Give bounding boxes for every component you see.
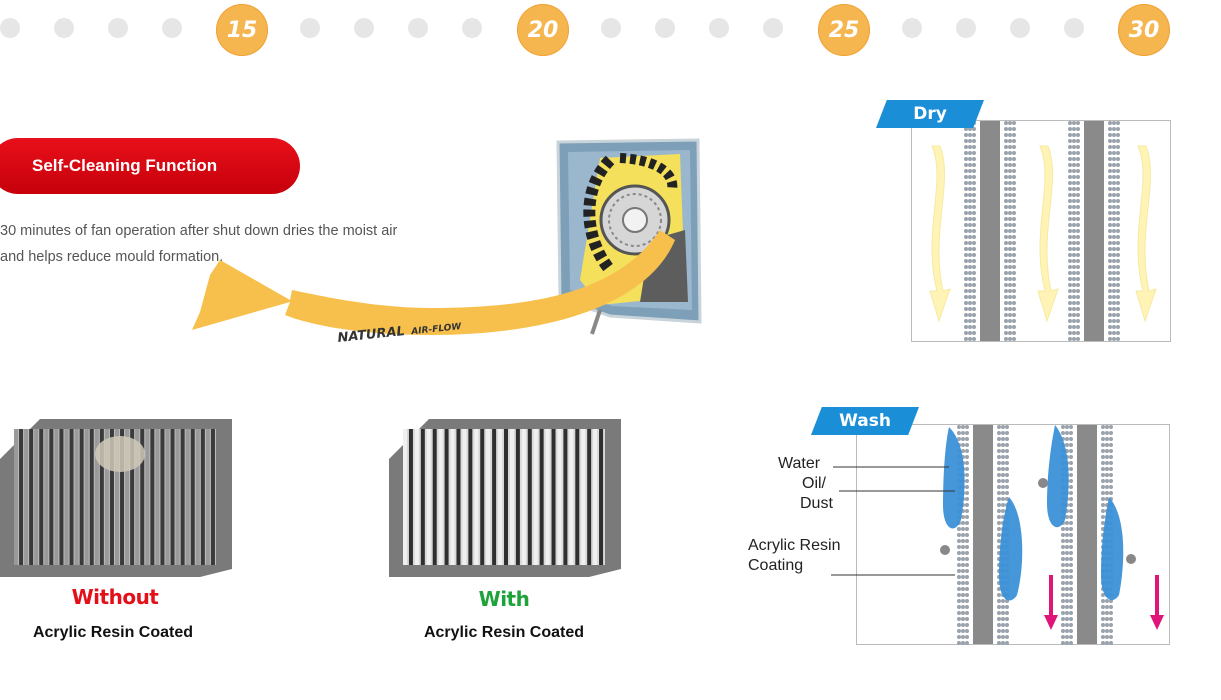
timeline-dot [709, 18, 729, 38]
timeline-badge-20[interactable]: 20 [517, 4, 569, 56]
airflow-illustration: NATURAL AIR-FLOW [192, 138, 702, 346]
wash-diagram [831, 425, 1164, 645]
timeline-dot [655, 18, 675, 38]
timeline-dot [108, 18, 128, 38]
legend-oil: Oil/ [802, 475, 826, 492]
timeline-dot [300, 18, 320, 38]
dry-diagram [929, 121, 1157, 341]
timeline-dot [162, 18, 182, 38]
wash-legend: Water Oil/ Dust Acrylic Resin Coating [748, 454, 870, 576]
timeline-dot [956, 18, 976, 38]
timeline-dot [1010, 18, 1030, 38]
coil-with-image [389, 419, 621, 577]
timeline-dot [763, 18, 783, 38]
wash-tab[interactable]: Wash [811, 407, 919, 435]
legend-water: Water [778, 455, 821, 472]
timeline: 15 20 25 30 [0, 0, 1221, 60]
without-subtitle: Acrylic Resin Coated [32, 624, 194, 641]
dry-tab[interactable]: Dry [876, 100, 984, 128]
with-subtitle: Acrylic Resin Coated [423, 624, 585, 641]
timeline-badge-25[interactable]: 25 [818, 4, 870, 56]
dry-airflow-arrows [929, 145, 1157, 323]
without-label: Without [71, 585, 159, 609]
legend-dust: Dust [800, 495, 833, 512]
timeline-badge-30[interactable]: 30 [1118, 4, 1170, 56]
dry-panel [911, 120, 1171, 342]
timeline-badge-15[interactable]: 15 [216, 4, 268, 56]
timeline-dot [462, 18, 482, 38]
coil-without-image [0, 419, 232, 577]
with-label: With [478, 587, 530, 611]
legend-coating: Coating [748, 557, 804, 574]
timeline-dot [902, 18, 922, 38]
timeline-dot [601, 18, 621, 38]
timeline-dot [0, 18, 20, 38]
timeline-dot [54, 18, 74, 38]
legend-acrylic: Acrylic Resin [748, 537, 841, 554]
wash-panel [831, 424, 1170, 645]
timeline-dot [354, 18, 374, 38]
timeline-dot [408, 18, 428, 38]
timeline-dot [1064, 18, 1084, 38]
